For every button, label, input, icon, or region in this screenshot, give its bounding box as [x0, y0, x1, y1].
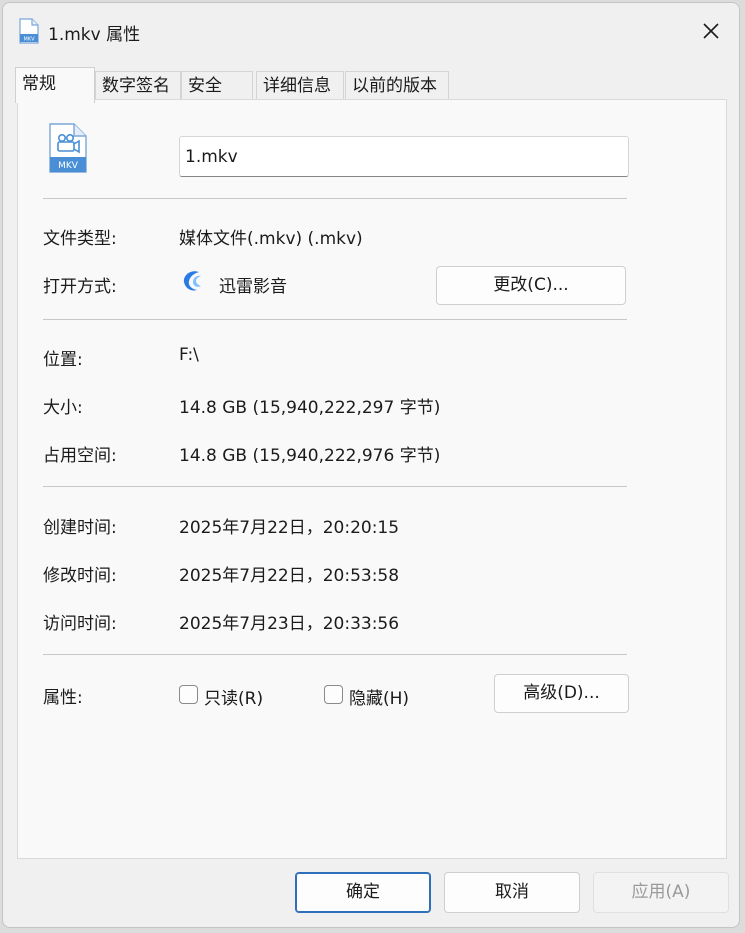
apply-button[interactable]: 应用(A) [593, 872, 729, 913]
accessed-value: 2025年7月23日，20:33:56 [179, 614, 400, 634]
tab-security[interactable]: 安全 [181, 71, 253, 101]
properties-window: MKV 1.mkv 属性 常规 数字签名 安全 详细信息 以前的版本 MKV 文… [2, 2, 740, 928]
created-label: 创建时间: [43, 518, 117, 538]
cancel-button[interactable]: 取消 [444, 872, 580, 913]
created-value: 2025年7月22日，20:20:15 [179, 518, 400, 538]
close-icon[interactable] [697, 17, 725, 45]
hidden-checkbox-label[interactable]: 隐藏(H) [349, 684, 409, 709]
size-on-disk-value: 14.8 GB (15,940,222,976 字节) [179, 446, 441, 466]
tab-general[interactable]: 常规 [15, 67, 95, 103]
file-type-label: 文件类型: [43, 229, 117, 249]
xunlei-player-icon [183, 271, 201, 291]
readonly-checkbox[interactable] [179, 685, 198, 704]
file-type-value: 媒体文件(.mkv) (.mkv) [179, 229, 363, 249]
tab-previous-versions[interactable]: 以前的版本 [345, 71, 449, 101]
size-label: 大小: [43, 398, 83, 418]
opens-with-app: 迅雷影音 [219, 277, 287, 297]
location-value: F:\ [179, 345, 199, 365]
title-bar: MKV 1.mkv 属性 [3, 3, 739, 59]
advanced-button[interactable]: 高级(D)... [494, 674, 629, 713]
svg-text:MKV: MKV [23, 37, 35, 43]
separator [43, 198, 627, 199]
modified-value: 2025年7月22日，20:53:58 [179, 566, 400, 586]
tab-details[interactable]: 详细信息 [256, 71, 344, 101]
separator [43, 654, 627, 655]
modified-label: 修改时间: [43, 566, 117, 586]
size-value: 14.8 GB (15,940,222,297 字节) [179, 398, 441, 418]
separator [43, 319, 627, 320]
change-app-button[interactable]: 更改(C)... [436, 266, 626, 305]
general-panel: MKV 文件类型: 媒体文件(.mkv) (.mkv) 打开方式: 迅雷影音 更… [17, 99, 727, 859]
tab-digital-signatures[interactable]: 数字签名 [95, 71, 181, 101]
file-icon-label: MKV [58, 161, 79, 171]
size-on-disk-label: 占用空间: [43, 446, 117, 466]
separator [43, 486, 627, 487]
hidden-checkbox[interactable] [324, 685, 343, 704]
accessed-label: 访问时间: [43, 614, 117, 634]
ok-button[interactable]: 确定 [295, 872, 431, 913]
mkv-file-icon: MKV [49, 123, 87, 173]
attributes-label: 属性: [43, 688, 83, 708]
window-title: 1.mkv 属性 [48, 25, 141, 45]
readonly-checkbox-label[interactable]: 只读(R) [204, 684, 263, 709]
location-label: 位置: [43, 350, 83, 370]
opens-with-label: 打开方式: [43, 277, 117, 297]
mkv-file-icon: MKV [19, 18, 39, 44]
filename-input[interactable] [179, 136, 629, 177]
